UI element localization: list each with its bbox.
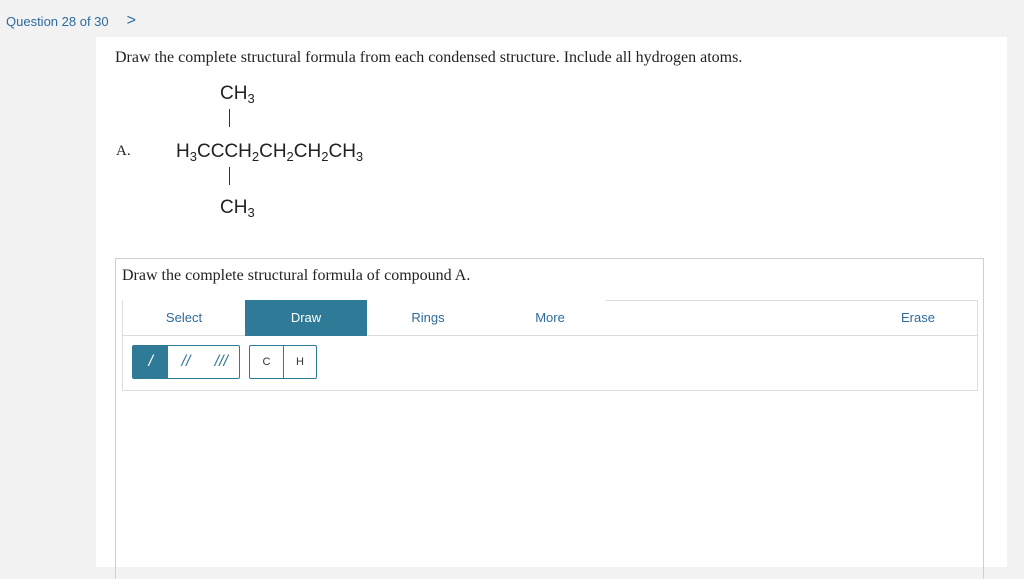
carbon-atom-button[interactable]: C [250, 346, 283, 378]
drawing-panel: Draw the complete structural formula of … [115, 258, 984, 579]
chevron-right-icon[interactable]: > [127, 12, 136, 30]
tab-rings[interactable]: Rings [367, 300, 489, 336]
draw-tools-row: / // /// C H [122, 336, 978, 391]
tab-more[interactable]: More [489, 300, 611, 336]
single-bond-button[interactable]: / [133, 346, 169, 378]
top-bond [229, 109, 230, 127]
atom-tools: C H [249, 345, 317, 379]
drawing-toolbar-tabs: Select Draw Rings More Erase [122, 300, 978, 336]
drawing-title: Draw the complete structural formula of … [122, 267, 471, 284]
erase-button[interactable]: Erase [857, 300, 979, 336]
part-label: A. [116, 143, 131, 159]
bottom-methyl-group: CH3 [220, 197, 255, 220]
bottom-bond [229, 167, 230, 185]
triple-bond-button[interactable]: /// [204, 346, 239, 378]
tab-draw[interactable]: Draw [245, 300, 367, 336]
question-prompt: Draw the complete structural formula fro… [115, 49, 743, 66]
main-chain: H3CCCH2CH2CH2CH3 [176, 141, 364, 164]
toolbar-divider [606, 300, 978, 301]
top-methyl-group: CH3 [220, 83, 255, 106]
bond-tools: / // /// [132, 345, 240, 379]
question-nav: Question 28 of 30 > [6, 12, 136, 30]
tab-select[interactable]: Select [123, 300, 245, 336]
double-bond-button[interactable]: // [168, 346, 203, 378]
question-counter: Question 28 of 30 [6, 13, 109, 29]
hydrogen-atom-button[interactable]: H [283, 346, 316, 378]
question-card: Draw the complete structural formula fro… [96, 37, 1007, 579]
